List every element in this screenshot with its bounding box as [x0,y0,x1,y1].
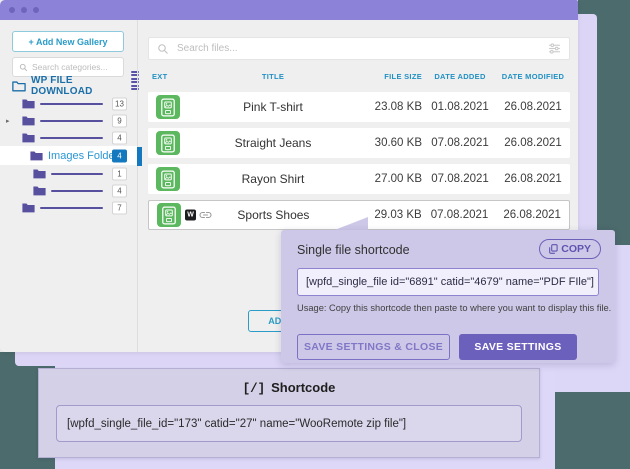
category-count-badge: 4 [112,149,127,162]
column-header-ext[interactable]: EXT [148,72,188,81]
category-label: Images Folder [48,150,118,162]
folder-icon [30,150,43,161]
sidebar-item-images-folder[interactable]: Images Folder4 [0,146,137,165]
window-dot-icon[interactable] [21,7,27,13]
category-tree: 13▸94Images Folder4147 [0,95,137,216]
image-file-icon [159,170,177,189]
redacted-category-name [40,207,103,209]
category-count-badge: 4 [112,131,127,144]
category-search-input[interactable]: Search categories... [12,57,124,77]
copy-button-label: COPY [561,243,591,255]
file-type-icon [156,131,180,155]
single-file-shortcode-popup: Single file shortcode COPY [wpfd_single_… [281,230,615,363]
file-title: Pink T-shirt [188,100,358,114]
redacted-category-name [51,190,103,192]
sidebar-item[interactable]: 7 [0,199,137,216]
column-header-date-modified[interactable]: DATE MODIFIED [496,72,570,81]
file-title: Rayon Shirt [188,172,358,186]
redacted-category-name [40,120,103,122]
file-size: 27.00 KB [358,173,424,185]
category-count-badge: 7 [112,201,127,214]
search-icon [19,63,28,72]
sidebar-item[interactable]: 1 [0,165,137,182]
category-count-badge: 13 [112,97,127,110]
shortcode-panel: [/] Shortcode [wpfd_single_file_id="173" … [38,368,540,458]
copy-shortcode-button[interactable]: COPY [539,239,601,259]
file-row-rayon-shirt[interactable]: Rayon Shirt27.00 KB07.08.202126.08.2021 [148,164,570,194]
sidebar-item[interactable]: 4 [0,129,137,146]
file-table: Pink T-shirt23.08 KB01.08.202126.08.2021… [148,92,570,236]
shortcode-panel-title: [/] Shortcode [39,380,539,396]
search-icon [157,43,169,55]
folder-icon [22,132,35,143]
popup-shortcode-value[interactable]: [wpfd_single_file id="6891" catid="4679"… [297,268,599,296]
sidebar-item[interactable]: ▸9 [0,112,137,129]
category-count-badge: 4 [112,184,127,197]
category-count-badge: 9 [112,114,127,127]
column-header-title[interactable]: TITLE [188,72,358,81]
add-new-gallery-button[interactable]: + Add New Gallery [12,31,124,52]
file-date-added: 01.08.2021 [424,101,496,113]
link-icon [199,210,212,221]
file-date-added: 07.08.2021 [424,173,496,185]
shortcode-panel-value[interactable]: [wpfd_single_file_id="173" catid="27" na… [56,405,522,442]
category-search-placeholder: Search categories... [32,62,108,72]
folder-icon [22,202,35,213]
file-size: 30.60 KB [358,137,424,149]
sidebar-root-label: WP FILE DOWNLOAD [31,75,137,97]
file-search-placeholder: Search files... [177,43,540,54]
popup-title: Single file shortcode [297,243,410,257]
sidebar-divider [137,20,138,352]
file-search-input[interactable]: Search files... [148,37,570,60]
popup-usage-text: Usage: Copy this shortcode then paste to… [297,303,611,313]
file-row-pink-t-shirt[interactable]: Pink T-shirt23.08 KB01.08.202126.08.2021 [148,92,570,122]
save-settings-close-button[interactable]: SAVE SETTINGS & CLOSE [297,334,450,360]
selected-category-indicator [137,147,142,166]
folder-icon [33,168,46,179]
folder-icon [33,185,46,196]
sidebar: + Add New Gallery Search categories... W… [0,20,137,352]
expand-arrow-icon[interactable]: ▸ [6,117,10,125]
shortcode-panel-title-text: Shortcode [271,380,335,395]
image-file-icon [159,98,177,117]
redacted-category-name [40,137,103,139]
image-file-icon [159,134,177,153]
folder-outline-icon [12,80,26,92]
file-title: Sports Shoes [189,208,358,222]
file-date-modified: 26.08.2021 [496,137,570,149]
save-settings-button[interactable]: SAVE SETTINGS [459,334,577,360]
redacted-category-name [51,173,103,175]
sidebar-item[interactable]: 4 [0,182,137,199]
folder-icon [22,98,35,109]
file-row-straight-jeans[interactable]: Straight Jeans30.60 KB07.08.202126.08.20… [148,128,570,158]
row-badges: W [185,210,212,221]
file-size: 23.08 KB [358,101,424,113]
code-brackets-icon: [/] [243,382,266,396]
copy-icon [549,244,558,254]
file-date-modified: 26.08.2021 [496,173,570,185]
file-title: Straight Jeans [188,136,358,150]
column-header-file-size[interactable]: FILE SIZE [358,72,424,81]
wordpress-badge-icon: W [185,210,196,221]
file-date-modified: 26.08.2021 [495,209,569,221]
filter-sliders-icon[interactable] [548,43,561,54]
window-titlebar [0,0,578,20]
window-dot-icon[interactable] [33,7,39,13]
redacted-category-name [40,103,103,105]
file-date-added: 07.08.2021 [424,209,496,221]
table-header: EXTTITLEFILE SIZEDATE ADDEDDATE MODIFIED [148,72,570,81]
folder-icon [22,115,35,126]
screenshot-stage: + Add New Gallery Search categories... W… [0,0,630,469]
sidebar-root-folder[interactable]: WP FILE DOWNLOAD [12,77,137,95]
window-dot-icon[interactable] [9,7,15,13]
sidebar-item[interactable]: 13 [0,95,137,112]
file-type-icon [156,95,180,119]
column-header-date-added[interactable]: DATE ADDED [424,72,496,81]
image-file-icon [160,206,178,225]
file-date-added: 07.08.2021 [424,137,496,149]
file-type-icon [157,203,181,227]
file-date-modified: 26.08.2021 [496,101,570,113]
category-count-badge: 1 [112,167,127,180]
file-type-icon [156,167,180,191]
